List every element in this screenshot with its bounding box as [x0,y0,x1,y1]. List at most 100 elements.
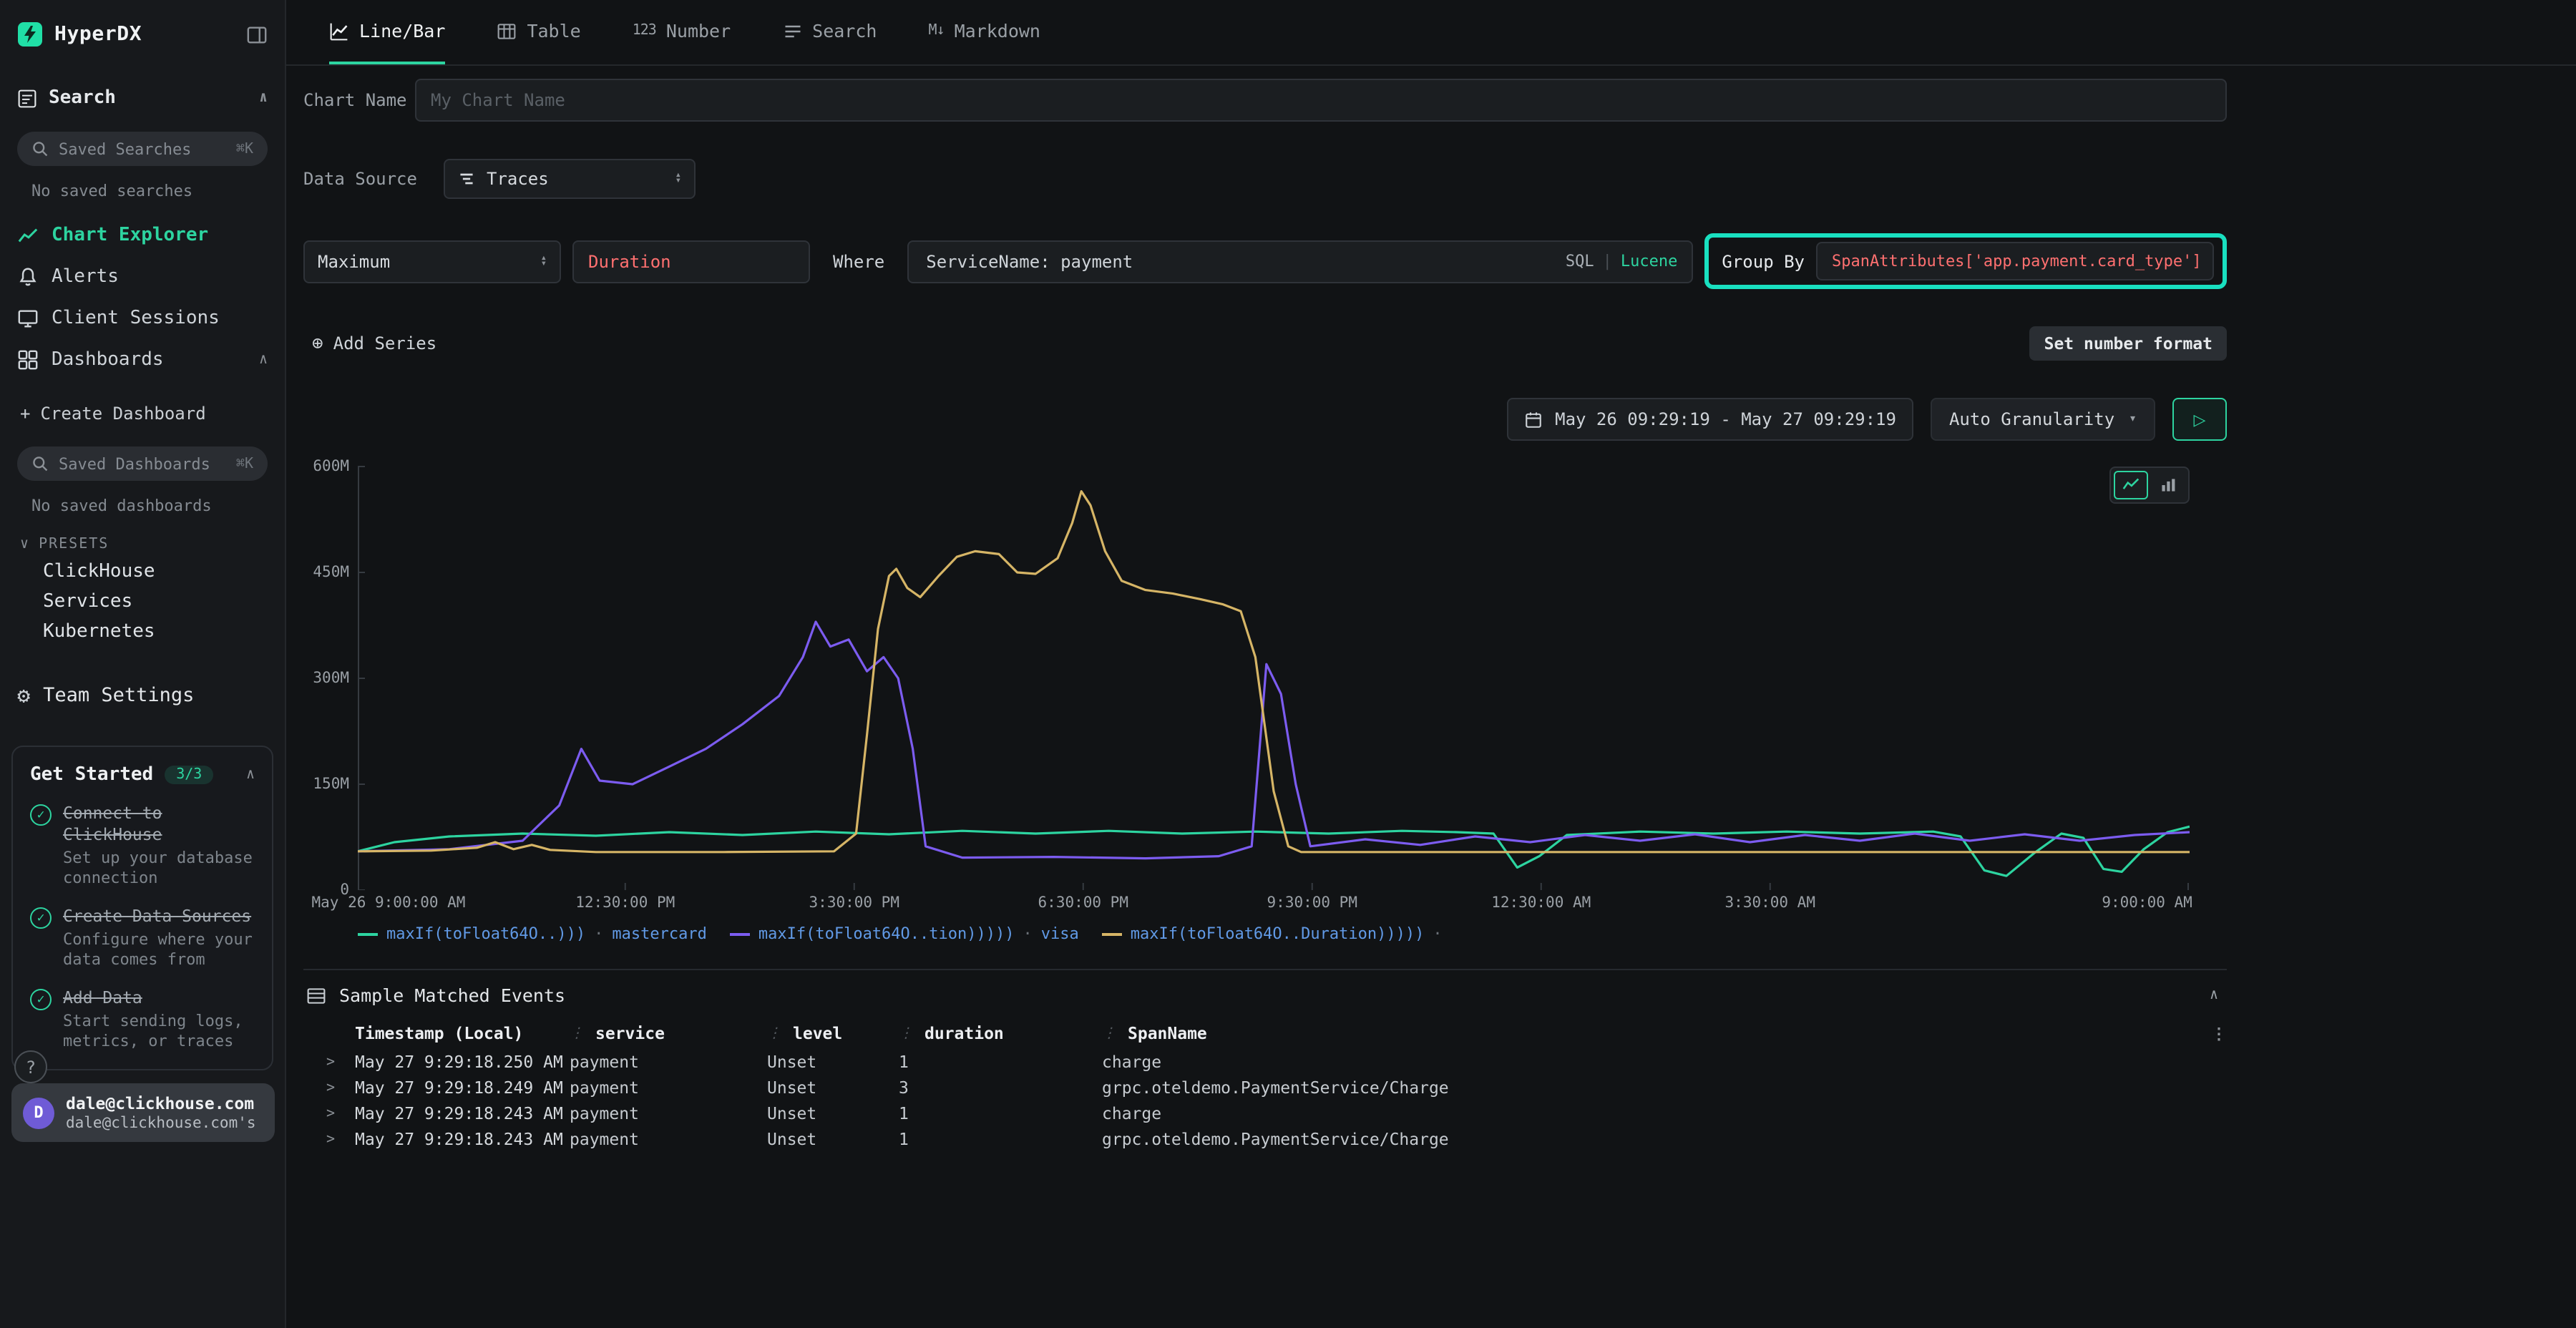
saved-searches-input[interactable]: Saved Searches ⌘K [17,132,268,166]
middot-icon: · [1433,924,1442,943]
set-number-format-button[interactable]: Set number format [2030,326,2227,361]
monitor-icon [17,308,39,329]
add-series-button[interactable]: ⊕ Add Series [303,333,436,354]
sidebar-item-chart-explorer[interactable]: Chart Explorer [0,215,285,256]
tab-table[interactable]: Table [497,0,580,64]
line-chart-toggle-icon[interactable] [2114,471,2148,499]
checklist-item-connect[interactable]: ✓ Connect to ClickHouse Set up your data… [30,803,255,889]
search-icon [31,140,49,157]
main: Line/Bar Table 123 Number Search M↓ Mark… [286,0,2576,1328]
table-row[interactable]: > May 27 9:29:18.249 AM payment Unset 3 … [303,1075,2227,1100]
tab-number[interactable]: 123 Number [633,0,731,64]
preset-item-services[interactable]: Services [43,591,285,612]
expand-row-icon[interactable]: > [326,1080,355,1095]
events-header[interactable]: Sample Matched Events ∧ [303,970,2227,1017]
legend-item-mastercard[interactable]: maxIf(toFloat64O..))) · mastercard [358,924,707,943]
sidebar-item-alerts[interactable]: Alerts [0,256,285,298]
preset-item-clickhouse[interactable]: ClickHouse [43,561,285,582]
sidebar-item-client-sessions[interactable]: Client Sessions [0,298,285,339]
saved-searches-placeholder: Saved Searches [59,140,226,158]
number-123-icon: 123 [633,23,656,39]
create-dashboard-button[interactable]: + Create Dashboard [20,404,285,424]
table-icon [497,21,517,41]
bar-chart-toggle-icon[interactable] [2151,471,2185,499]
collapse-sidebar-icon[interactable] [246,24,268,45]
checklist-item-datasources[interactable]: ✓ Create Data Sources Configure where yo… [30,906,255,970]
expand-row-icon[interactable]: > [326,1105,355,1121]
help-button[interactable]: ? [14,1050,47,1083]
chart-name-input[interactable] [415,79,2227,122]
plus-icon: + [20,404,30,424]
col-spanname[interactable]: ⋮SpanName [1102,1023,2201,1043]
get-started-header[interactable]: Get Started 3/3 ∧ [30,764,255,786]
expand-row-icon[interactable]: > [326,1131,355,1147]
chevron-down-icon: ∨ [20,537,30,552]
progress-badge: 3/3 [165,766,213,784]
field-input[interactable] [572,240,810,283]
table-options-icon[interactable]: ⋮ [2201,1024,2227,1043]
collapse-panel-icon[interactable]: ∧ [2210,987,2218,1003]
presets-header[interactable]: ∨ PRESETS [20,537,285,552]
preset-item-kubernetes[interactable]: Kubernetes [43,621,285,643]
column-divider-icon: ⋮ [767,1025,781,1041]
tab-markdown[interactable]: M↓ Markdown [928,0,1040,64]
col-timestamp[interactable]: Timestamp (Local) [355,1023,570,1043]
user-org: dale@clickhouse.com's [66,1115,256,1132]
plot: May 26 9:00:00 AM12:30:00 PM3:30:00 PM6:… [358,461,2190,913]
chart-type-toggle [2109,467,2190,504]
no-saved-dashboards-note: No saved dashboards [31,497,285,515]
sidebar-item-dashboards[interactable]: Dashboards ∧ [0,339,285,381]
sql-toggle[interactable]: SQL [1566,252,1594,270]
checklist-item-adddata[interactable]: ✓ Add Data Start sending logs, metrics, … [30,987,255,1052]
hyperdx-logo-icon [17,21,43,47]
group-by-highlight: Group By [1704,233,2227,289]
chart-area: 0150M300M450M600M May 26 9:00:00 AM12:30… [303,461,2227,943]
group-by-input[interactable] [1816,242,2214,280]
middot-icon: · [594,924,603,943]
legend-dash-0 [358,932,378,935]
aggregation-select[interactable]: Maximum ▴▾ [303,240,561,283]
legend-dash-2 [1102,932,1122,935]
column-divider-icon: ⋮ [570,1025,584,1041]
circled-plus-icon: ⊕ [312,333,323,354]
where-input[interactable] [923,250,1557,273]
data-source-row: Data Source Traces ▴▾ [303,159,2227,199]
legend-item-empty[interactable]: maxIf(toFloat64O..Duration))))) · [1102,924,1451,943]
team-settings-button[interactable]: ⚙ Team Settings [17,683,285,708]
saved-dashboards-input[interactable]: Saved Dashboards ⌘K [17,446,268,481]
sidebar-section-search[interactable]: Search ∧ [0,87,285,109]
chevron-up-icon[interactable]: ∧ [259,90,268,106]
expand-row-icon[interactable]: > [326,1054,355,1070]
sidebar: HyperDX Search ∧ Saved Searches ⌘K No sa… [0,0,286,1328]
tab-line-bar[interactable]: Line/Bar [329,0,445,64]
legend-dash-1 [730,932,750,935]
check-circle-icon: ✓ [30,907,52,929]
tab-search[interactable]: Search [782,0,877,64]
chevron-up-icon[interactable]: ∧ [259,352,268,368]
lucene-toggle[interactable]: Lucene [1621,252,1678,270]
data-source-select[interactable]: Traces ▴▾ [444,159,696,199]
col-level[interactable]: ⋮level [767,1023,899,1043]
table-row[interactable]: > May 27 9:29:18.243 AM payment Unset 1 … [303,1100,2227,1126]
shortcut-badge: ⌘K [236,141,253,157]
user-menu[interactable]: D dale@clickhouse.com dale@clickhouse.co… [11,1083,275,1142]
group-by-label: Group By [1722,251,1805,271]
get-started-card: Get Started 3/3 ∧ ✓ Connect to ClickHous… [11,746,273,1070]
table-row[interactable]: > May 27 9:29:18.250 AM payment Unset 1 … [303,1049,2227,1075]
run-query-button[interactable]: ▷ [2172,398,2227,441]
events-table-icon [306,985,326,1005]
where-label: Where [833,251,884,271]
check-circle-icon: ✓ [30,804,52,826]
series-actions-row: ⊕ Add Series Set number format [303,326,2227,361]
sidebar-nav: Chart Explorer Alerts Client Sessions Da… [0,215,285,381]
table-row[interactable]: > May 27 9:29:18.243 AM payment Unset 1 … [303,1126,2227,1152]
chevron-down-icon: ▾ [2129,412,2137,426]
col-service[interactable]: ⋮service [570,1023,767,1043]
no-saved-searches-note: No saved searches [31,182,285,200]
granularity-select[interactable]: Auto Granularity ▾ [1931,398,2155,441]
legend-item-visa[interactable]: maxIf(toFloat64O..tion))))) · visa [730,924,1079,943]
col-duration[interactable]: ⋮duration [899,1023,1102,1043]
date-range-picker[interactable]: May 26 09:29:19 - May 27 09:29:19 [1506,398,1913,441]
line-chart[interactable]: 0150M300M450M600M May 26 9:00:00 AM12:30… [303,461,2227,913]
chevron-up-icon[interactable]: ∧ [246,767,255,783]
